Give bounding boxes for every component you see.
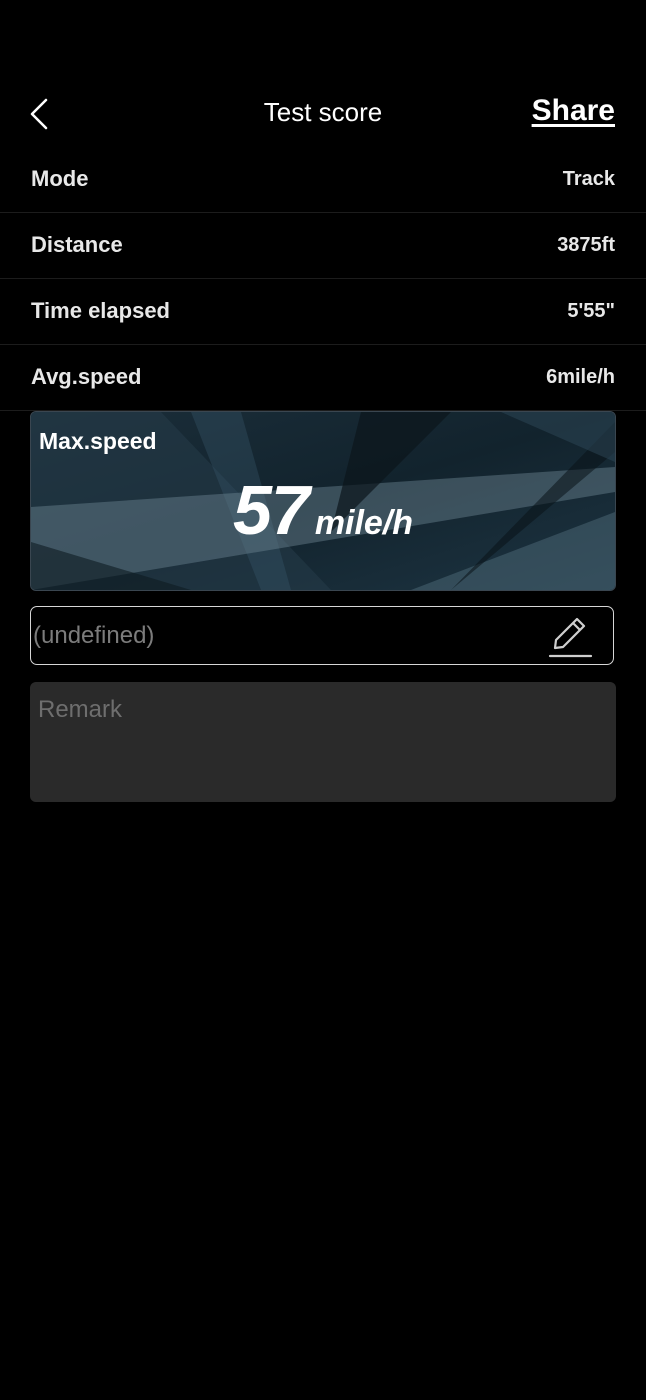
remark-placeholder: Remark: [38, 696, 123, 723]
pencil-icon: [548, 617, 593, 658]
stat-row-mode: Mode Track: [0, 147, 646, 213]
stat-label: Avg.speed: [31, 364, 142, 389]
stats-list: Mode Track Distance 3875ft Time elapsed …: [0, 147, 646, 411]
stat-label: Time elapsed: [31, 298, 170, 323]
stat-value: 3875ft: [557, 234, 615, 256]
share-button[interactable]: Share: [532, 94, 615, 128]
record-name-field[interactable]: (undefined): [30, 606, 614, 665]
stat-label: Mode: [31, 166, 89, 191]
stat-value: 5'55": [567, 300, 615, 322]
max-speed-value: 57: [232, 471, 310, 549]
stat-row-distance: Distance 3875ft: [0, 213, 646, 279]
edit-name-button[interactable]: [547, 615, 593, 659]
stat-row-avg-speed: Avg.speed 6mile/h: [0, 345, 646, 411]
stat-row-time-elapsed: Time elapsed 5'55": [0, 279, 646, 345]
stat-label: Distance: [31, 232, 123, 257]
stat-value: 6mile/h: [546, 366, 615, 388]
max-speed-unit: mile/h: [314, 504, 414, 542]
stat-value: Track: [562, 168, 615, 190]
max-speed-label: Max.speed: [39, 428, 157, 454]
max-speed-readout: 57 mile/h: [31, 470, 615, 550]
max-speed-card: Max.speed 57 mile/h: [30, 411, 616, 591]
remark-textarea[interactable]: Remark: [30, 682, 616, 802]
header-bar: Test score Share: [0, 80, 646, 146]
record-name-value: (undefined): [33, 622, 155, 649]
